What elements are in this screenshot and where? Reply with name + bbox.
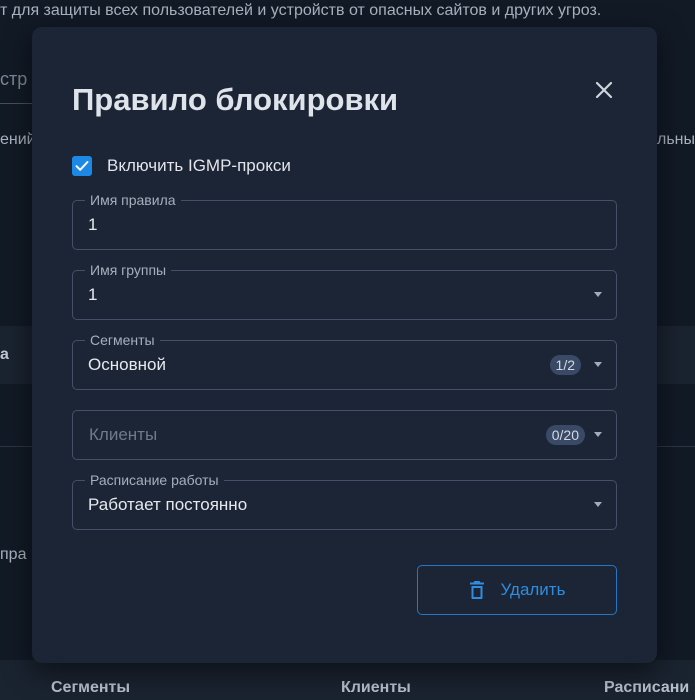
trash-icon <box>469 581 484 599</box>
schedule-legend: Расписание работы <box>85 471 224 489</box>
group-name-legend: Имя группы <box>85 261 172 279</box>
close-button[interactable] <box>590 76 618 104</box>
left-fragment-1: ений <box>0 131 36 148</box>
intro-text: т для защиты всех пользователей и устрой… <box>0 2 602 19</box>
column-header-schedule[interactable]: Расписани <box>604 679 689 697</box>
segments-legend: Сегменты <box>85 331 160 349</box>
chevron-down-icon <box>594 362 602 367</box>
rule-name-value[interactable]: 1 <box>88 215 97 235</box>
schedule-value: Работает постоянно <box>88 495 248 514</box>
column-header-segments[interactable]: Сегменты <box>51 679 130 697</box>
igmp-proxy-checkbox[interactable] <box>72 156 92 176</box>
chevron-down-icon <box>594 292 602 297</box>
delete-button-label: Удалить <box>500 580 566 599</box>
chevron-down-icon <box>594 502 602 507</box>
rule-name-legend: Имя правила <box>85 191 181 209</box>
clients-select[interactable]: Клиенты 0/20 <box>72 410 617 460</box>
igmp-proxy-label: Включить IGMP-прокси <box>107 156 291 175</box>
clients-count-badge: 0/20 <box>545 425 585 445</box>
schedule-select[interactable]: Расписание работы Работает постоянно <box>72 471 617 530</box>
delete-button[interactable]: Удалить <box>417 565 617 615</box>
segments-value: Основной <box>88 355 166 374</box>
block-rule-dialog: Правило блокировки Включить IGMP-прокси … <box>32 27 657 663</box>
rule-name-field[interactable]: Имя правила 1 <box>72 191 617 250</box>
group-name-select[interactable]: Имя группы 1 <box>72 261 617 320</box>
header-fragment: а <box>0 346 9 363</box>
close-icon <box>595 81 613 99</box>
dialog-title: Правило блокировки <box>72 82 399 117</box>
tab-underline <box>0 103 32 104</box>
igmp-proxy-checkbox-row[interactable]: Включить IGMP-прокси <box>72 155 291 177</box>
segments-count-badge: 1/2 <box>549 355 581 375</box>
tab-fragment[interactable]: стр <box>0 69 27 90</box>
clients-placeholder: Клиенты <box>89 425 158 444</box>
chevron-down-icon <box>594 432 602 437</box>
right-fragment-1: льны <box>657 131 695 148</box>
group-name-value: 1 <box>88 285 98 304</box>
segments-select[interactable]: Сегменты Основной 1/2 <box>72 331 617 390</box>
checkmark-icon <box>75 161 89 171</box>
left-fragment-2: пра <box>0 546 27 563</box>
column-header-clients[interactable]: Клиенты <box>341 679 411 697</box>
